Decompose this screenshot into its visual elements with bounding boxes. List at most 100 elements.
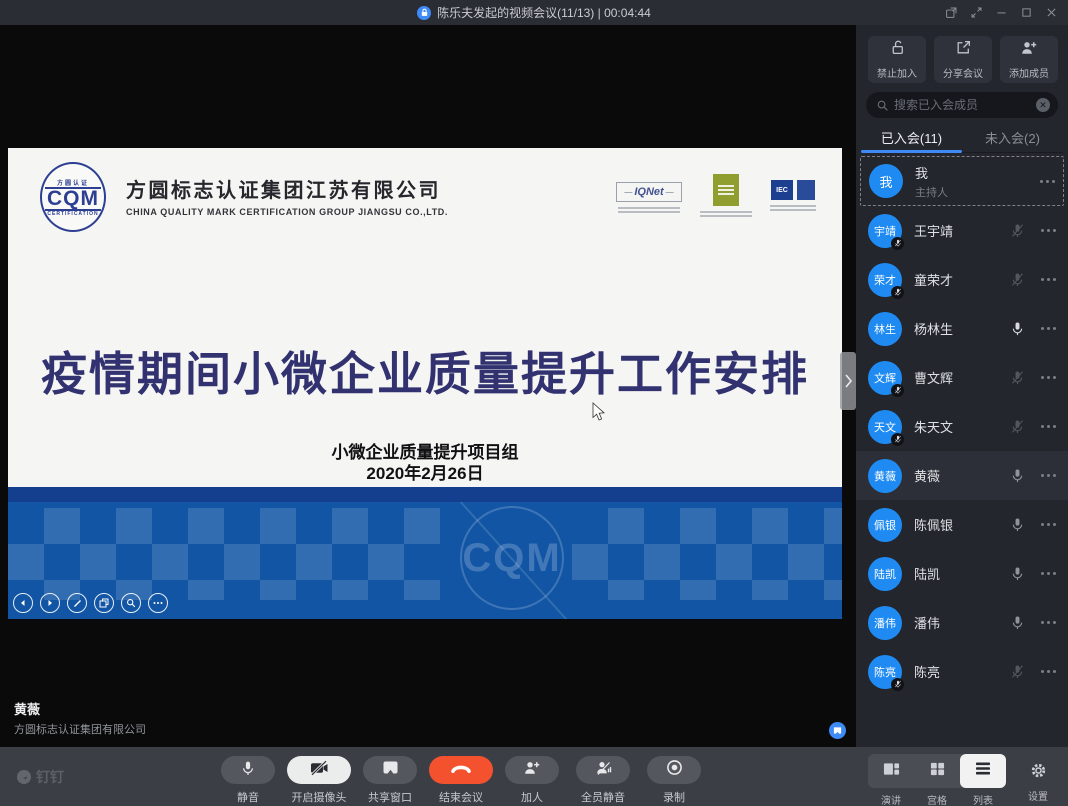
participant-name: 曹文辉	[914, 368, 953, 387]
settings-button[interactable]: 设置	[1022, 754, 1054, 803]
search-input[interactable]	[894, 98, 1031, 112]
zoom-tool-button[interactable]	[121, 593, 141, 613]
participant-name: 王宇靖	[914, 221, 953, 240]
slide-footer-band: CQM	[8, 502, 842, 619]
iqaf-logo	[700, 174, 752, 217]
participant-name: 陈佩银	[914, 515, 953, 534]
participant-row[interactable]: 文辉 曹文辉	[856, 353, 1068, 402]
close-icon[interactable]	[1042, 4, 1060, 22]
participant-row[interactable]: 天文 朱天文	[856, 402, 1068, 451]
window-controls	[942, 0, 1060, 25]
participant-row[interactable]: 林生 杨林生	[856, 304, 1068, 353]
clear-search-icon[interactable]: ✕	[1036, 98, 1050, 112]
view-mode-segmented	[868, 754, 1006, 788]
more-options-button[interactable]	[1041, 425, 1056, 428]
slide-overview-button[interactable]	[94, 593, 114, 613]
more-options-button[interactable]	[1041, 278, 1056, 281]
search-icon	[876, 99, 889, 112]
tab-joined[interactable]: 已入会(11)	[861, 122, 962, 152]
collapse-sidebar-button[interactable]	[840, 352, 856, 410]
record-button[interactable]: 录制	[642, 756, 706, 805]
mic-icon[interactable]	[1010, 370, 1025, 385]
presenter-info: 黄薇 方圆标志认证集团有限公司	[14, 699, 146, 737]
participant-list: 我 我 主持人 宇靖 王宇靖	[856, 153, 1068, 747]
more-options-button[interactable]	[1041, 376, 1056, 379]
sidebar-tabs: 已入会(11) 未入会(2)	[861, 122, 1063, 153]
participant-row[interactable]: 潘伟 潘伟	[856, 598, 1068, 647]
share-meeting-action-button[interactable]: 分享会议	[934, 36, 992, 83]
more-options-button[interactable]	[1041, 670, 1056, 673]
avatar: 林生	[868, 312, 902, 346]
mic-icon[interactable]	[1010, 468, 1025, 483]
participant-row[interactable]: 宇靖 王宇靖	[856, 206, 1068, 255]
person-add-icon	[523, 760, 541, 781]
participant-row[interactable]: 荣才 童荣才	[856, 255, 1068, 304]
avatar-initials: 佩银	[868, 508, 902, 542]
share-window-button[interactable]: 共享窗口	[358, 756, 422, 805]
more-options-button[interactable]	[1041, 474, 1056, 477]
avatar-initials: 我	[869, 164, 903, 198]
more-tools-button[interactable]	[148, 593, 168, 613]
mic-icon[interactable]	[1010, 566, 1025, 581]
mic-icon[interactable]	[1010, 419, 1025, 434]
tab-not-joined[interactable]: 未入会(2)	[962, 122, 1063, 152]
fullscreen-icon[interactable]	[967, 4, 985, 22]
minimize-icon[interactable]	[992, 4, 1010, 22]
avatar: 陈亮	[868, 655, 902, 689]
mute-button[interactable]: 静音	[216, 756, 280, 805]
avatar-initials: 黄薇	[868, 459, 902, 493]
participant-name: 我	[915, 163, 948, 182]
more-options-button[interactable]	[1040, 180, 1055, 183]
more-options-button[interactable]	[1041, 523, 1056, 526]
next-slide-button[interactable]	[40, 593, 60, 613]
grid-view-button[interactable]	[914, 754, 960, 788]
pen-tool-button[interactable]	[67, 593, 87, 613]
participant-row[interactable]: 佩银 陈佩银	[856, 500, 1068, 549]
participants-sidebar: 禁止加入 分享会议 添加成员 ✕ 已入会(11) 未入会(2) 我 我 主持人	[856, 25, 1068, 747]
mute-all-button[interactable]: 全员静音	[571, 756, 635, 805]
company-name-en: CHINA QUALITY MARK CERTIFICATION GROUP J…	[126, 207, 448, 217]
mic-icon[interactable]	[1010, 321, 1025, 336]
mic-icon[interactable]	[1010, 272, 1025, 287]
view-controls: 演讲宫格列表 设置	[868, 754, 1054, 806]
participant-name: 杨林生	[914, 319, 953, 338]
avatar: 天文	[868, 410, 902, 444]
camera-button[interactable]: 开启摄像头	[287, 756, 351, 805]
avatar: 黄薇	[868, 459, 902, 493]
mic-icon[interactable]	[1010, 517, 1025, 532]
participant-row[interactable]: 我 我 主持人	[860, 156, 1064, 206]
avatar-muted-badge-icon	[891, 237, 904, 250]
layout-presenter-icon	[883, 762, 900, 781]
participant-row[interactable]: 陈亮 陈亮	[856, 647, 1068, 696]
participant-name: 潘伟	[914, 613, 940, 632]
more-options-button[interactable]	[1041, 327, 1056, 330]
settings-label: 设置	[1028, 788, 1048, 803]
maximize-icon[interactable]	[1017, 4, 1035, 22]
person-add-action-button[interactable]: 添加成员	[1000, 36, 1058, 83]
lock-open-icon	[889, 39, 906, 61]
mute-all-icon	[594, 760, 612, 781]
more-options-button[interactable]	[1041, 572, 1056, 575]
end-meeting-button[interactable]: 结束会议	[429, 756, 493, 805]
company-name-cn: 方圆标志认证集团江苏有限公司	[126, 174, 448, 203]
search-box[interactable]: ✕	[866, 92, 1058, 118]
popout-icon[interactable]	[942, 4, 960, 22]
lock-open-action-button[interactable]: 禁止加入	[868, 36, 926, 83]
grid-view-label: 宫格	[914, 792, 960, 806]
presenter-view-button[interactable]	[868, 754, 914, 788]
mic-icon[interactable]	[1010, 223, 1025, 238]
more-options-button[interactable]	[1041, 229, 1056, 232]
list-view-button[interactable]	[960, 754, 1006, 788]
add-person-button[interactable]: 加人	[500, 756, 564, 805]
participant-row[interactable]: 黄薇 黄薇	[856, 451, 1068, 500]
camera-off-icon	[309, 760, 329, 781]
mic-icon[interactable]	[1010, 615, 1025, 630]
gear-icon	[1030, 762, 1047, 779]
certification-logos: IQNet IEC	[616, 174, 816, 217]
participant-row[interactable]: 陆凯 陆凯	[856, 549, 1068, 598]
checker-pattern-left	[8, 508, 440, 600]
more-options-button[interactable]	[1041, 621, 1056, 624]
previous-slide-button[interactable]	[13, 593, 33, 613]
mic-icon[interactable]	[1010, 664, 1025, 679]
presentation-slide: 方圆认证 CQM CERTIFICATION 方圆标志认证集团江苏有限公司 CH…	[8, 148, 842, 619]
